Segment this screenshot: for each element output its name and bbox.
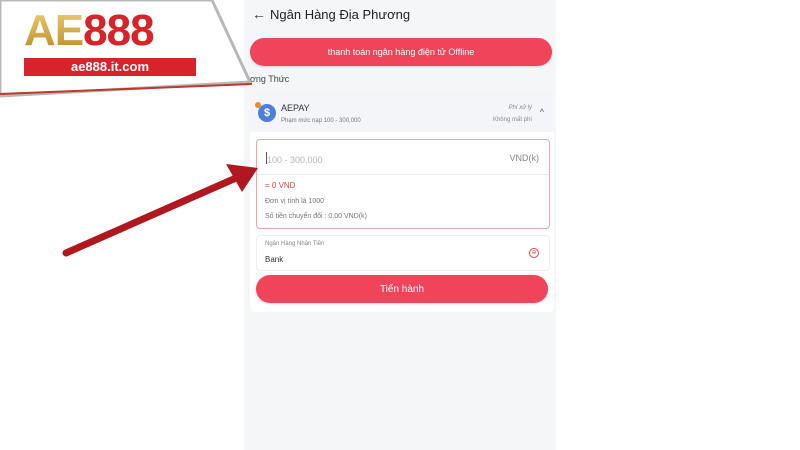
aepay-method-row[interactable]: $ AEPAY Phạm mức nạp 100 - 300,000 Phí x… [250,92,554,132]
aepay-logo-icon: $ [255,102,276,122]
brand-logo-888: 888 [83,6,154,55]
receiving-bank-select[interactable]: Ngân Hàng Nhận Tiền Bank ⊖ [256,235,550,271]
conversion-note: Số tiền chuyển đổi : 0.00 VND(k) [265,213,367,220]
amount-unit: VND(k) [509,153,540,163]
receiving-bank-value: Bank [265,255,284,264]
amount-input-box: VND(k) = 0 VND Đơn vị tính là 1000 Số ti… [256,139,550,229]
fee-value: Không mất phí [492,117,532,123]
mobile-app-panel: ← Ngân Hàng Địa Phương thanh toán ngân h… [244,0,556,450]
proceed-button[interactable]: Tiến hành [256,275,548,303]
converted-amount: = 0 VND [265,181,296,190]
brand-url: ae888.it.com [24,58,196,76]
top-bar: ← Ngân Hàng Địa Phương [244,0,556,32]
payment-method-label: ương Thức [244,74,290,84]
brand-logo: AE888 ae888.it.com [0,0,250,96]
offline-bank-payment-button[interactable]: thanh toán ngân hàng điện tử Offline [250,38,552,66]
chevron-up-icon[interactable]: ^ [540,107,544,117]
back-arrow-icon[interactable]: ← [252,6,266,22]
payment-card: $ AEPAY Phạm mức nạp 100 - 300,000 Phí x… [250,92,554,312]
select-circle-icon[interactable]: ⊖ [529,248,539,258]
brand-logo-ae: AE [24,6,84,55]
fee-label: Phí xử lý [508,105,532,111]
divider [257,174,549,175]
payment-range: Phạm mức nạp 100 - 300,000 [281,118,361,124]
payment-method-name: AEPAY [281,103,310,113]
pointer-arrow-shaft [62,174,240,257]
unit-note: Đơn vị tính là 1000 [265,198,325,205]
receiving-bank-label: Ngân Hàng Nhận Tiền [265,241,325,247]
brand-logo-text: AE888 [24,6,154,56]
page-title: Ngân Hàng Địa Phương [270,7,411,22]
amount-input[interactable] [265,150,469,170]
